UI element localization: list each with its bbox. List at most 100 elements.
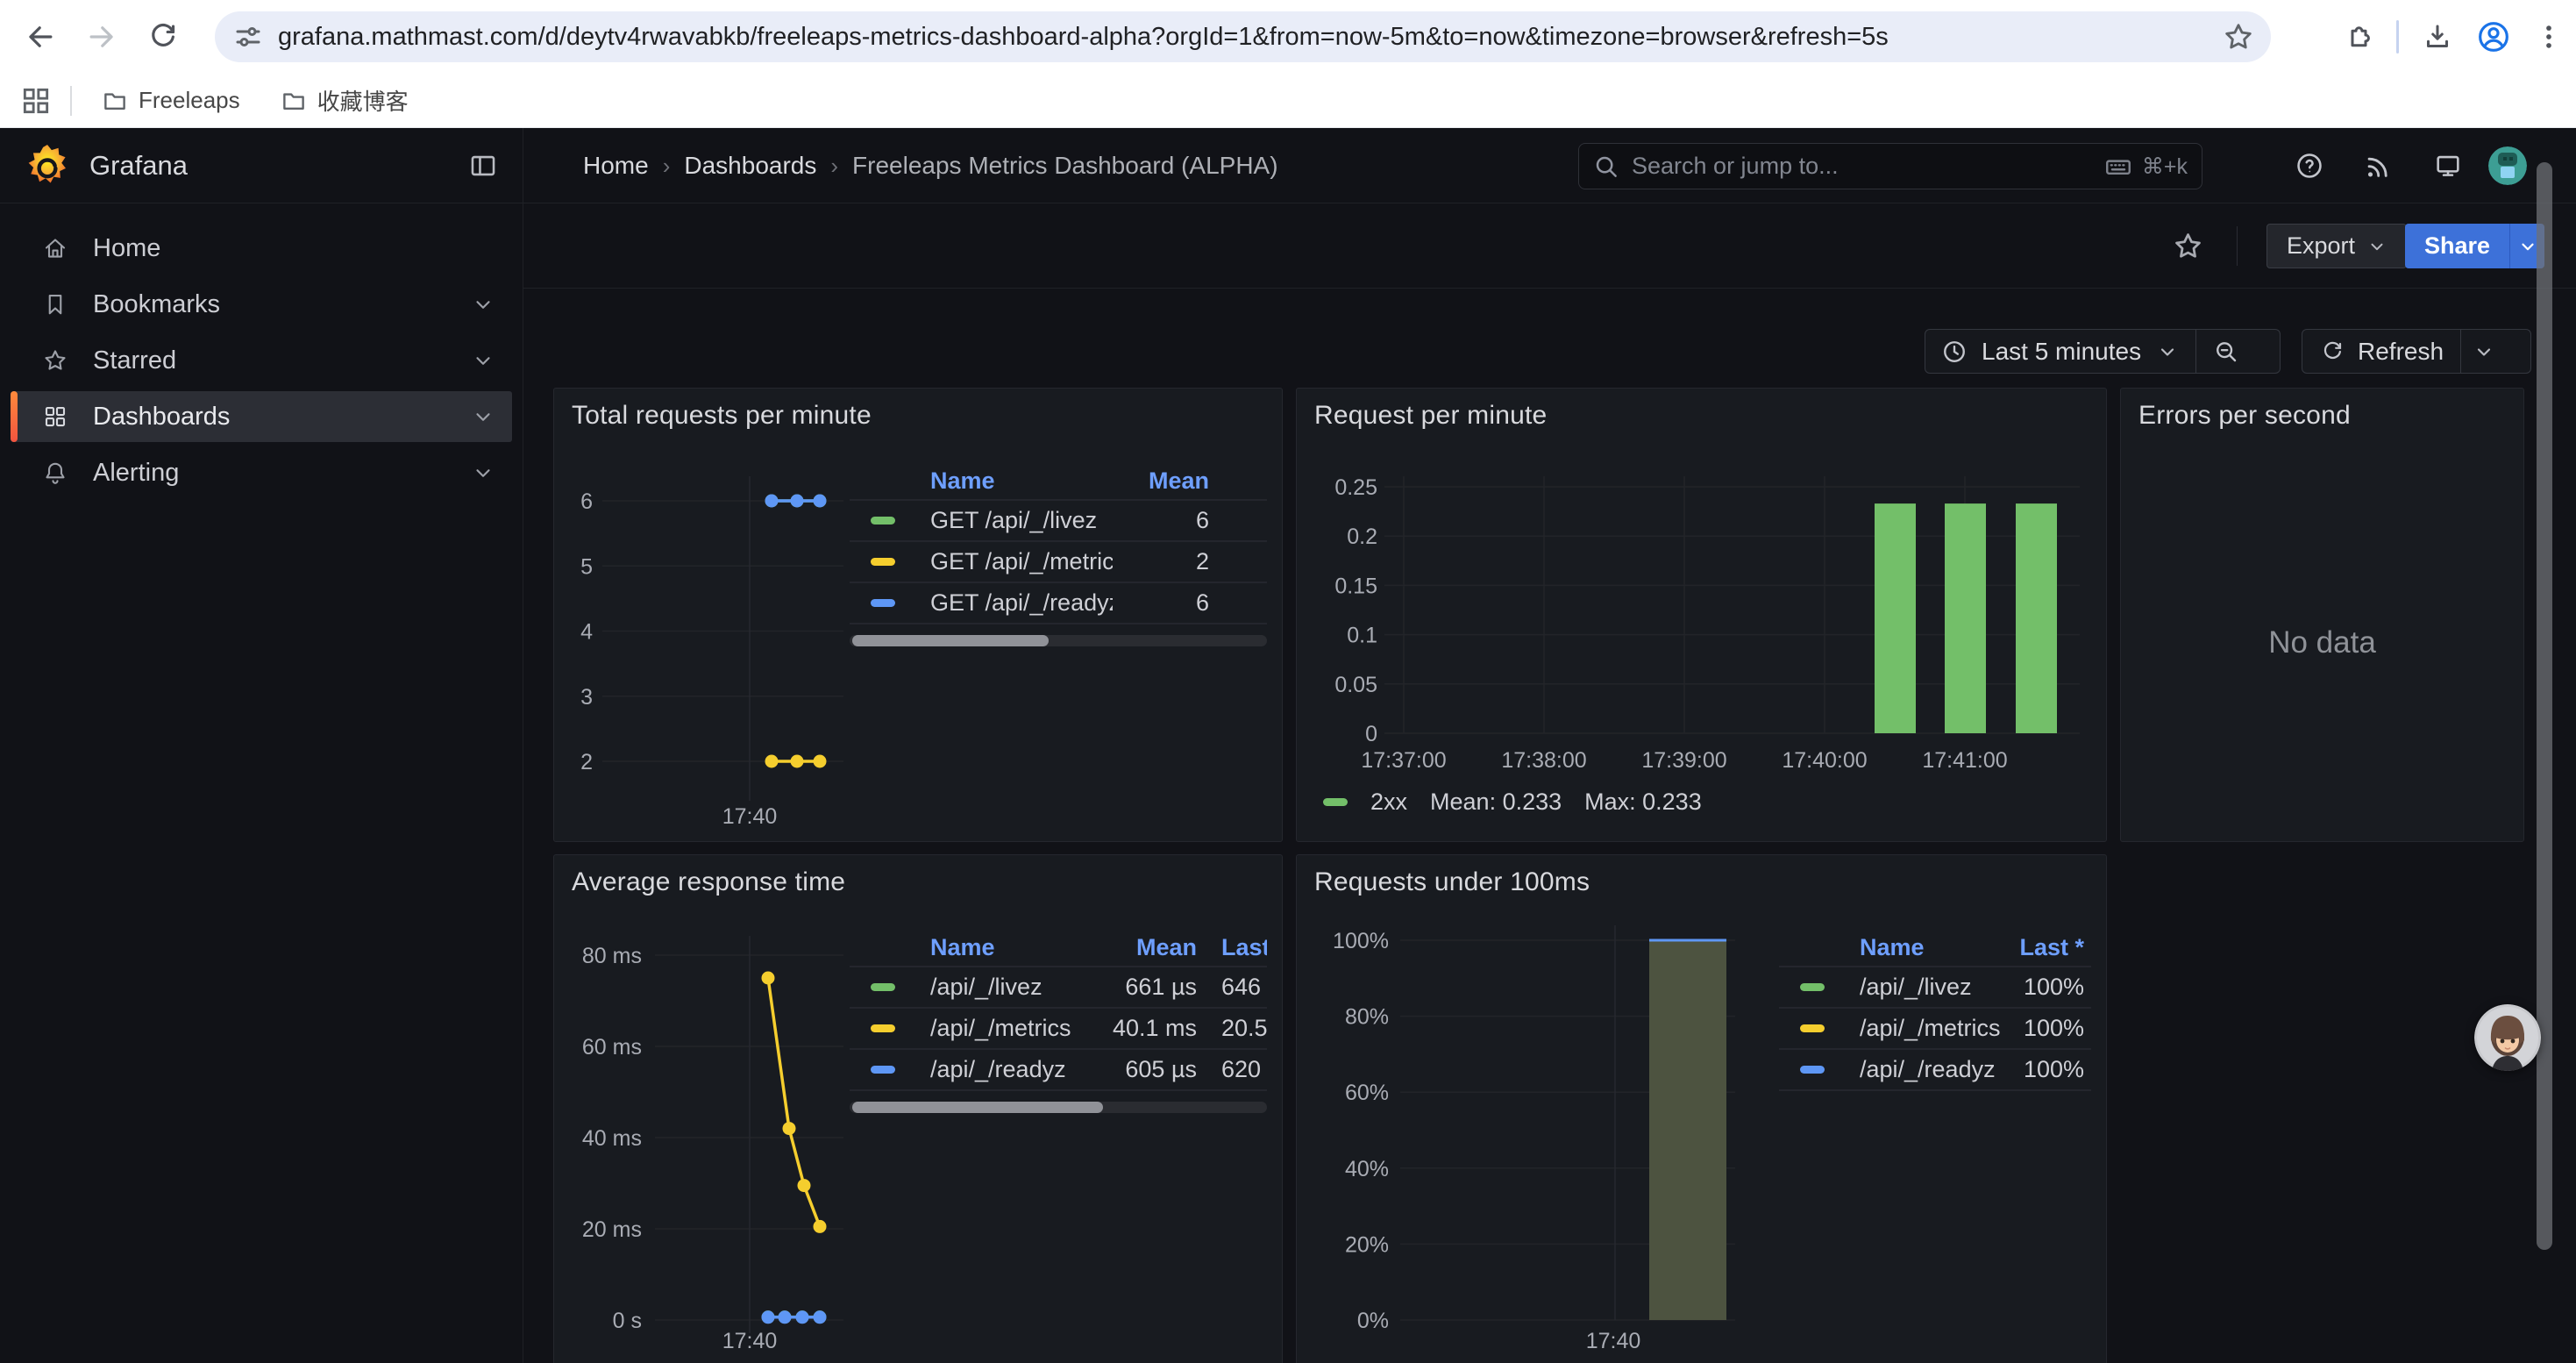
series-color-swatch [1800, 1024, 1825, 1032]
favorite-star-icon[interactable] [2172, 230, 2204, 262]
panel-requests-under-100ms[interactable]: Requests under 100ms100%80%60%40%20%0%17… [1296, 854, 2107, 1363]
home-icon [42, 235, 68, 261]
chevron-down-icon [2518, 237, 2537, 256]
legend-column-name[interactable]: Name [930, 934, 1092, 961]
legend-column-last[interactable]: Last * [1209, 934, 1267, 961]
reload-button[interactable] [142, 16, 184, 58]
clock-icon [1941, 339, 1968, 365]
legend-row[interactable]: /api/_/readyz605 µs620 µs [850, 1048, 1267, 1089]
legend-row[interactable]: /api/_/metrics100% [1779, 1007, 2091, 1048]
legend-column-mean[interactable]: Mean [1092, 934, 1197, 961]
legend-column-last[interactable]: Last * [2001, 934, 2084, 961]
dashboard-actions-row: Export Share [523, 203, 2576, 289]
series-name: /api/_/readyz [930, 1056, 1092, 1083]
legend-column-name[interactable]: Name [930, 467, 1113, 495]
apps-grid-icon[interactable] [19, 84, 53, 118]
menu-kebab-icon[interactable] [2534, 22, 2564, 52]
refresh-interval-dropdown[interactable] [2473, 341, 2494, 362]
sidebar-item-bookmarks[interactable]: Bookmarks [11, 279, 512, 330]
series-name: 2xx [1370, 789, 1407, 816]
sidebar-item-alerting[interactable]: Alerting [11, 447, 512, 498]
share-button-group: Share [2405, 224, 2544, 268]
back-button[interactable] [19, 16, 61, 58]
svg-text:0.1: 0.1 [1347, 624, 1377, 648]
svg-text:0.05: 0.05 [1334, 673, 1377, 697]
legend-row[interactable]: /api/_/metrics40.1 ms20.5 ms [850, 1007, 1267, 1048]
svg-text:17:39:00: 17:39:00 [1641, 748, 1726, 773]
folder-icon [281, 88, 307, 114]
window-scrollbar[interactable] [2537, 162, 2552, 1250]
bookmark-folder-freeleaps[interactable]: Freeleaps [88, 81, 254, 121]
svg-text:80 ms: 80 ms [582, 944, 642, 968]
legend-row[interactable]: GET /api/_/readyz6 [850, 582, 1267, 623]
grafana-logo[interactable] [25, 143, 70, 189]
legend-column-name[interactable]: Name [1860, 934, 2001, 961]
panel-errors-per-second[interactable]: Errors per secondNo data [2120, 388, 2524, 842]
series-color-swatch [871, 1066, 895, 1074]
svg-text:0%: 0% [1357, 1309, 1389, 1333]
site-settings-icon[interactable] [232, 21, 264, 53]
legend-row[interactable]: /api/_/livez661 µs646 µs [850, 966, 1267, 1007]
legend-row[interactable]: GET /api/_/livez6 [850, 499, 1267, 540]
export-label: Export [2287, 232, 2355, 260]
legend-row[interactable]: GET /api/_/metrics2 [850, 540, 1267, 582]
legend-scrollbar[interactable] [850, 635, 1267, 646]
sidebar-item-home[interactable]: Home [11, 223, 512, 274]
forward-button[interactable] [81, 16, 123, 58]
panel-legend[interactable]: 2xxMean: 0.233Max: 0.233 [1323, 781, 1702, 823]
svg-text:17:37:00: 17:37:00 [1361, 748, 1446, 773]
panel-legend: NameMeanGET /api/_/livez6GET /api/_/metr… [850, 462, 1267, 646]
bookmark-label: Freeleaps [139, 87, 240, 114]
downloads-icon[interactable] [2422, 21, 2453, 53]
panel-request-per-minute[interactable]: Request per minute0.250.20.150.10.05017:… [1296, 388, 2107, 842]
time-range-button[interactable]: Last 5 minutes [1982, 338, 2141, 366]
panel-title[interactable]: Average response time [572, 867, 845, 897]
svg-text:17:40:00: 17:40:00 [1782, 748, 1867, 773]
sidebar-nav: Home BookmarksStarredDashboardsAlerting [0, 203, 523, 1363]
panel-title[interactable]: Errors per second [2138, 401, 2351, 431]
sidebar-item-label: Home [93, 234, 160, 263]
bookmark-star-icon[interactable] [2222, 20, 2255, 54]
series-color-swatch [871, 517, 895, 525]
panel-title[interactable]: Request per minute [1314, 401, 1547, 431]
export-button[interactable]: Export [2266, 224, 2407, 268]
refresh-button[interactable]: Refresh [2358, 338, 2444, 366]
zoom-out-icon[interactable] [2213, 339, 2239, 365]
legend-row[interactable]: /api/_/readyz100% [1779, 1048, 2091, 1089]
svg-text:17:40: 17:40 [1586, 1329, 1641, 1353]
series-color-swatch [1800, 1066, 1825, 1074]
series-name: /api/_/livez [1860, 974, 2001, 1001]
folder-icon [102, 88, 128, 114]
url-bar[interactable]: grafana.mathmast.com/d/deytv4rwavabkb/fr… [215, 11, 2271, 62]
svg-text:20 ms: 20 ms [582, 1217, 642, 1242]
series-value: 6 [1113, 589, 1209, 617]
panel-title[interactable]: Total requests per minute [572, 401, 872, 431]
series-name: /api/_/metrics [930, 1015, 1092, 1042]
svg-text:17:41:00: 17:41:00 [1922, 748, 2007, 773]
time-range-group: Last 5 minutes [1925, 329, 2281, 374]
panel-title[interactable]: Requests under 100ms [1314, 867, 1590, 897]
bookmark-folder-blogs[interactable]: 收藏博客 [267, 81, 423, 121]
refresh-group: Refresh [2302, 329, 2531, 374]
series-name: GET /api/_/metrics [930, 548, 1113, 575]
floating-assistant-avatar[interactable] [2474, 1004, 2541, 1071]
panel-average-response-time[interactable]: Average response time80 ms60 ms40 ms20 m… [553, 854, 1283, 1363]
legend-row[interactable]: /api/_/livez100% [1779, 966, 2091, 1007]
share-button[interactable]: Share [2405, 224, 2509, 268]
sidebar-item-dashboards[interactable]: Dashboards [11, 391, 512, 442]
series-name: /api/_/livez [930, 974, 1092, 1001]
sidebar-toggle-icon[interactable] [468, 151, 498, 181]
panel-total-requests[interactable]: Total requests per minute6543217:40NameM… [553, 388, 1283, 842]
dashboard-content: Export Share Last 5 minutes Refresh [523, 128, 2576, 1363]
legend-scrollbar[interactable] [850, 1102, 1267, 1113]
brand-title: Grafana [89, 150, 188, 182]
legend-column-mean[interactable]: Mean [1113, 467, 1209, 495]
series-value: 646 µs [1209, 974, 1267, 1001]
svg-text:17:38:00: 17:38:00 [1501, 748, 1586, 773]
panel-legend: NameLast * /api/_/livez100%/api/_/metrics… [1779, 929, 2091, 1091]
extensions-icon[interactable] [2342, 21, 2373, 53]
profile-icon[interactable] [2476, 19, 2511, 54]
series-value: 20.5 ms [1209, 1015, 1267, 1042]
sidebar-item-starred[interactable]: Starred [11, 335, 512, 386]
star-icon [42, 347, 68, 374]
